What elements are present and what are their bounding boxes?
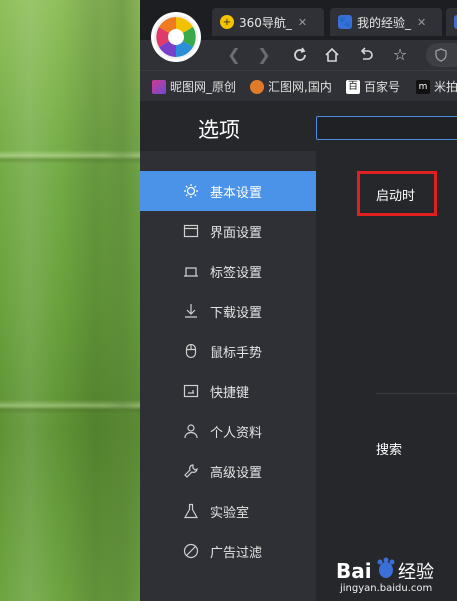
bookmark-label: 昵图网_原创 [170,80,237,94]
svg-text:经验: 经验 [398,562,434,583]
sidebar-item-label: 个人资料 [210,425,263,441]
tab-jingyan[interactable]: 🐾 我的经验_ ✕ [330,8,442,36]
refresh-icon[interactable] [290,46,310,64]
gear-sun-icon [182,182,200,200]
sidebar-item-label: 界面设置 [210,225,263,241]
sidebar-item-label: 基本设置 [210,185,263,201]
mipai-icon: m [416,79,430,94]
sidebar-item-shortcuts[interactable]: 快捷键 [140,371,316,411]
watermark-url: jingyan.baidu.com [340,583,433,594]
sidebar-item-lab[interactable]: 实验室 [140,491,316,531]
shield-icon [435,48,447,62]
star-icon[interactable]: ☆ [390,46,410,64]
sidebar-item-label: 高级设置 [210,465,263,481]
page-title: 选项 [198,118,240,142]
sidebar-item-profile[interactable]: 个人资料 [140,411,316,451]
bookmark-label: 汇图网,国内 [268,80,332,94]
bookmark-baijiahao[interactable]: 百 百家号 [346,78,400,95]
settings-search-input[interactable] [316,116,457,140]
window-icon [182,222,200,240]
sidebar-item-advanced[interactable]: 高级设置 [140,451,316,491]
wrench-icon [182,462,200,480]
tab-label: 我的经验_ [357,15,412,30]
sidebar-item-mouse-gestures[interactable]: 鼠标手势 [140,331,316,371]
browser-logo[interactable] [151,12,201,62]
flask-icon [182,502,200,520]
bookmark-mipai[interactable]: m 米拍 [416,78,457,95]
sidebar-item-label: 标签设置 [210,265,263,281]
forward-icon[interactable]: ❯ [254,46,274,64]
bookmark-label: 米拍 [434,80,457,94]
sidebar-item-interface[interactable]: 界面设置 [140,211,316,251]
paw-icon: 🐾 [338,15,352,29]
section-divider [376,393,457,394]
sidebar-item-adblock[interactable]: 广告过滤 [140,531,316,571]
bookmarks-bar: 昵图网_原创 汇图网,国内 百 百家号 m 米拍 [140,70,457,101]
plus-circle-icon: + [220,15,234,29]
bookmark-nipic[interactable]: 昵图网_原创 [152,78,236,95]
sidebar-item-basic[interactable]: 基本设置 [140,171,316,211]
tab-label: 360导航_ [239,15,292,30]
mouse-icon [182,342,200,360]
sidebar-item-tabs[interactable]: 标签设置 [140,251,316,291]
settings-content: 启动时 搜索 [316,151,457,601]
highlight-box [357,171,437,216]
desktop-wallpaper [0,0,142,601]
user-icon [182,422,200,440]
browser-window: + 360导航_ ✕ 🐾 我的经验_ ✕ ❮ ❯ ☆ 昵图网_原创 汇图网,国内… [140,0,457,601]
close-icon[interactable]: ✕ [298,16,307,29]
bamboo-stalk [104,0,140,601]
bookmark-label: 百家号 [364,80,401,94]
keyboard-icon [182,382,200,400]
home-icon[interactable] [322,46,342,64]
sidebar-item-label: 下载设置 [210,305,263,321]
block-icon [182,542,200,560]
download-icon [182,302,200,320]
svg-text:Bai: Bai [336,559,372,583]
settings-sidebar: 基本设置 界面设置 标签设置 下载设置 鼠标手势 快捷键 个人资料 高级设置 实… [140,151,316,601]
baijiahao-icon: 百 [346,79,360,94]
sidebar-item-label: 鼠标手势 [210,345,263,361]
nipic-icon [152,79,166,94]
sidebar-item-label: 快捷键 [210,385,250,401]
tab-partial[interactable] [446,8,457,36]
sidebar-item-label: 广告过滤 [210,545,263,561]
huitu-icon [250,79,264,94]
back-icon[interactable]: ❮ [224,46,244,64]
tab-icon [182,262,200,280]
tab-360-nav[interactable]: + 360导航_ ✕ [212,8,324,36]
undo-close-icon[interactable] [356,46,376,64]
sidebar-item-label: 实验室 [210,505,250,521]
sidebar-item-download[interactable]: 下载设置 [140,291,316,331]
address-bar[interactable] [426,43,457,67]
close-icon[interactable]: ✕ [417,16,426,29]
search-section-label: 搜索 [376,443,403,458]
bookmark-huitu[interactable]: 汇图网,国内 [250,78,332,95]
settings-header: 选项 [140,101,457,151]
